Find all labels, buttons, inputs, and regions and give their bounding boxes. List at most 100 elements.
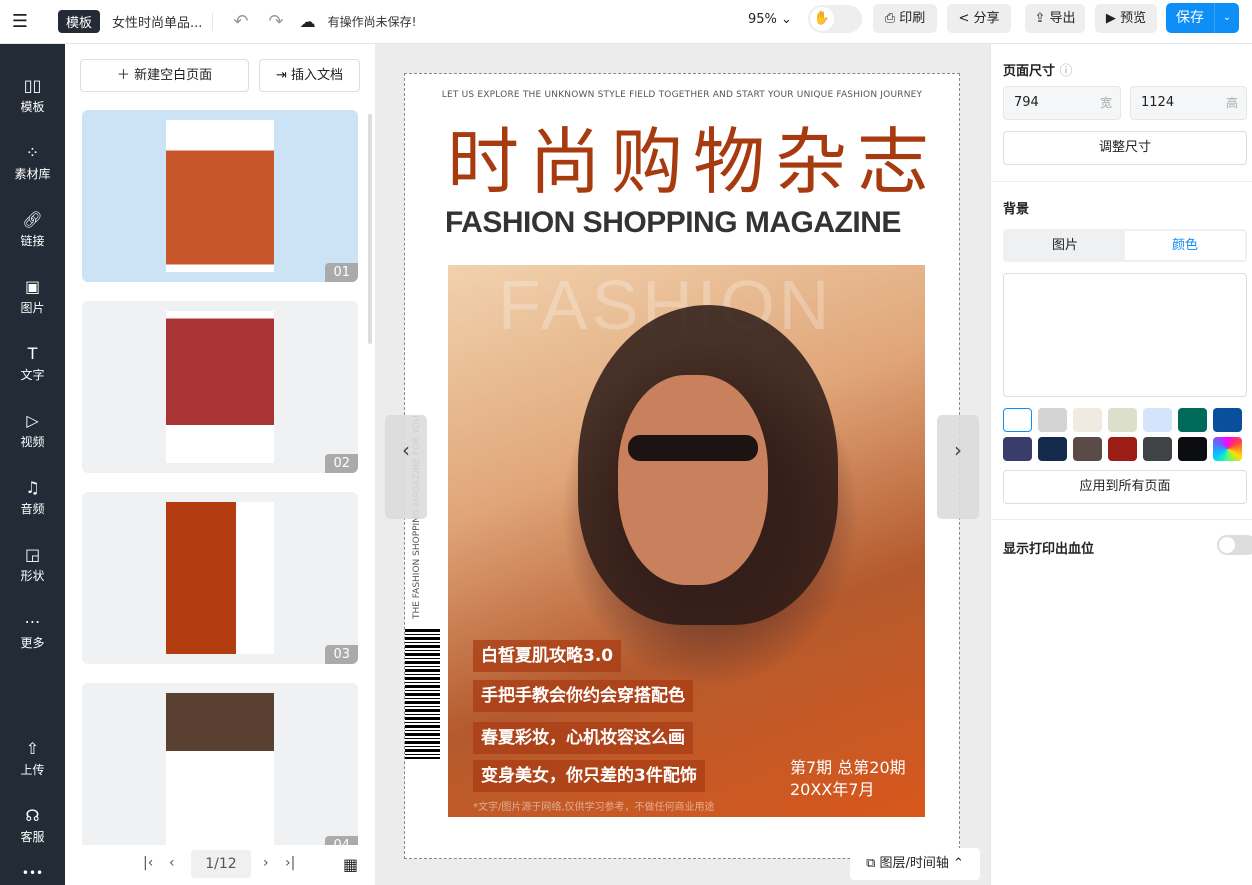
hamburger-icon[interactable]: ☰ (0, 11, 40, 32)
page-thumbnail[interactable]: 04 (82, 683, 358, 855)
new-page-button[interactable]: ＋ 新建空白页面 (80, 59, 249, 92)
sidebar-item-label: 客服 (20, 830, 45, 844)
disclaimer[interactable]: *文字/图片源于网络,仅供学习参考，不做任何商业用途 (473, 798, 715, 813)
support-icon: ☊ (25, 806, 40, 825)
color-swatch[interactable] (1038, 437, 1067, 461)
color-swatch[interactable] (1213, 437, 1242, 461)
color-swatch[interactable] (1073, 437, 1102, 461)
color-swatch[interactable] (1178, 437, 1207, 461)
color-swatch[interactable] (1143, 437, 1172, 461)
layers-timeline-button[interactable]: ⧉ 图层/时间轴 ⌃ (850, 848, 980, 880)
page-number: 01 (325, 263, 358, 282)
sidebar-item-3[interactable]: ▣ 图片 (0, 277, 65, 316)
tagline: LET US EXPLORE THE UNKNOWN STYLE FIELD T… (441, 90, 923, 100)
sidebar-item-label: 上传 (20, 763, 45, 777)
tab-image[interactable]: 图片 (1005, 231, 1125, 260)
color-preview[interactable] (1003, 273, 1247, 397)
sidebar-item-label: 素材库 (14, 167, 51, 181)
width-input[interactable]: 794 宽 (1003, 86, 1121, 120)
sidebar-item-9[interactable]: ⇧ 上传 (0, 739, 65, 778)
next-page-nav[interactable]: › (937, 415, 979, 519)
export-label: 导出 (1049, 11, 1076, 26)
video-icon: ▷ (26, 411, 39, 430)
issue-date: 20XX年7月 (790, 780, 875, 799)
background-tabs: 图片 颜色 (1003, 229, 1247, 262)
sidebar-item-6[interactable]: ♫ 音频 (0, 478, 65, 517)
grid-view-icon[interactable]: ▦ (343, 855, 358, 874)
sidebar-item-8[interactable]: ⋯ 更多 (0, 612, 65, 651)
export-button[interactable]: ⇪ 导出 (1025, 4, 1085, 33)
sidebar-item-label: 图片 (20, 301, 45, 315)
shape-icon: ◲ (24, 545, 41, 564)
color-swatch[interactable] (1178, 408, 1207, 432)
photo-sunglasses (628, 435, 758, 461)
apply-all-button[interactable]: 应用到所有页面 (1003, 470, 1247, 504)
tab-color[interactable]: 颜色 (1125, 231, 1245, 260)
sidebar-item-2[interactable]: 🔗︎ 链接 (0, 210, 65, 249)
save-status: 有操作尚未保存! (327, 15, 417, 29)
color-swatch[interactable] (1003, 408, 1032, 432)
title-en[interactable]: FASHION SHOPPING MAGAZINE (445, 206, 901, 240)
sidebar-item-0[interactable]: ▯▯ 模板 (0, 76, 65, 115)
sidebar-item-label: 视频 (20, 435, 45, 449)
color-swatch[interactable] (1143, 408, 1172, 432)
first-page-icon[interactable]: |‹ (143, 855, 153, 871)
sidebar-item-label: 链接 (20, 234, 45, 248)
headline[interactable]: 变身美女，你只差的3件配饰 (473, 760, 705, 792)
resize-button[interactable]: 调整尺寸 (1003, 131, 1247, 165)
undo-icon[interactable]: ↶ (233, 11, 248, 32)
scrollbar[interactable] (368, 114, 372, 344)
chevron-down-icon[interactable]: ⌄ (1214, 3, 1239, 33)
headline[interactable]: 春夏彩妆，心机妆容这么画 (473, 722, 693, 754)
bleed-toggle[interactable] (1217, 535, 1252, 555)
barcode[interactable] (405, 629, 440, 759)
mode-badge[interactable]: 模板 (58, 10, 101, 33)
insert-doc-button[interactable]: ⇥ 插入文档 (259, 59, 360, 92)
height-input[interactable]: 1124 高 (1130, 86, 1247, 120)
page-indicator[interactable]: 1/12 (191, 850, 251, 878)
save-button[interactable]: 保存 ⌄ (1166, 3, 1239, 33)
hand-icon: ✋ (810, 7, 834, 31)
next-page-icon[interactable]: › (263, 855, 269, 871)
more-icon: ⋯ (24, 612, 41, 631)
prev-page-icon[interactable]: ‹ (169, 855, 175, 871)
sidebar-item-5[interactable]: ▷ 视频 (0, 411, 65, 450)
share-button[interactable]: < 分享 (947, 4, 1011, 33)
bleed-label: 显示打印出血位 (1003, 542, 1095, 557)
hand-tool-toggle[interactable]: ✋ (808, 5, 862, 33)
last-page-icon[interactable]: ›| (285, 855, 295, 871)
print-button[interactable]: ⎙ 印刷 (873, 4, 937, 33)
sidebar-item-7[interactable]: ◲ 形状 (0, 545, 65, 584)
color-swatch[interactable] (1003, 437, 1032, 461)
headline[interactable]: 白皙夏肌攻略3.0 (473, 640, 622, 672)
color-swatch[interactable] (1108, 437, 1137, 461)
preview-button[interactable]: ▶ 预览 (1095, 4, 1157, 33)
new-page-label: 新建空白页面 (134, 68, 213, 83)
sidebar-item-4[interactable]: T 文字 (0, 344, 65, 383)
save-label: 保存 (1176, 10, 1204, 26)
pages-panel: ＋ 新建空白页面 ⇥ 插入文档 01 02 03 04 |‹ ‹ 1/12 › ›| … (65, 44, 375, 885)
color-swatch[interactable] (1038, 408, 1067, 432)
prev-page-nav[interactable]: ‹ (385, 415, 427, 519)
redo-icon[interactable]: ↷ (269, 11, 284, 32)
issue-info[interactable]: 第7期 总第20期 20XX年7月 (790, 757, 906, 801)
zoom-select[interactable]: 95% ⌄ (748, 12, 792, 27)
sidebar-item-10[interactable]: ☊ 客服 (0, 806, 65, 845)
page-thumbnail[interactable]: 01 (82, 110, 358, 282)
color-swatch[interactable] (1108, 408, 1137, 432)
color-swatch[interactable] (1213, 408, 1242, 432)
background-label: 背景 (1003, 202, 1030, 217)
headline[interactable]: 手把手教会你约会穿搭配色 (473, 680, 693, 712)
more-dots-icon[interactable]: ••• (0, 866, 65, 880)
document-title[interactable]: 女性时尚单品... (112, 12, 202, 31)
color-swatch[interactable] (1073, 408, 1102, 432)
title-cn[interactable]: 时尚购物杂志 (447, 120, 947, 204)
info-icon: ⓘ (1059, 64, 1073, 79)
page-thumbnail[interactable]: 03 (82, 492, 358, 664)
page-size-label: 页面尺寸 ⓘ (1003, 64, 1073, 79)
design-page[interactable]: LET US EXPLORE THE UNKNOWN STYLE FIELD T… (404, 73, 960, 859)
audio-icon: ♫ (25, 478, 40, 497)
sidebar-item-1[interactable]: ⁘ 素材库 (0, 143, 65, 182)
sidebar-item-label: 模板 (20, 100, 45, 114)
page-thumbnail[interactable]: 02 (82, 301, 358, 473)
